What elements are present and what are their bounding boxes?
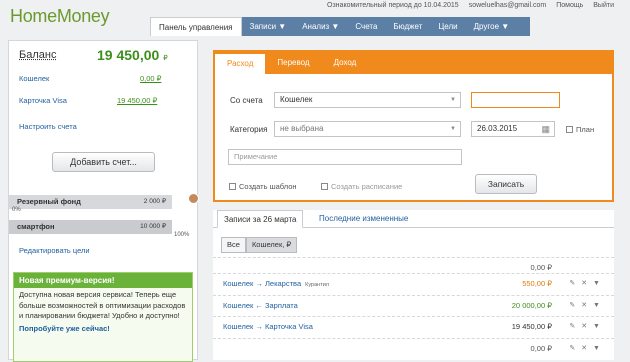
goal-smartphone-value: 10 000 ₽ (140, 223, 166, 230)
checkbox-icon (321, 183, 328, 190)
user-email[interactable]: soweluelhas@gmail.com (469, 2, 547, 9)
nav-records[interactable]: Записи ▼ (242, 17, 295, 36)
trial-period-text: Ознакомительный период до 10.04.2015 (327, 2, 459, 9)
records-panel: Записи за 26 марта Последние измененные … (213, 210, 614, 360)
promo-text: Доступна новая версия сервиса! Теперь ещ… (19, 290, 186, 320)
table-row[interactable]: Кошелек ← Зарплата 20 000,00 ₽ ✎✕▼ (213, 295, 614, 315)
nav-analysis[interactable]: Анализ ▼ (294, 17, 347, 36)
nav-goals[interactable]: Цели (430, 17, 465, 36)
add-account-button[interactable]: Добавить счет... (52, 152, 155, 172)
tab-transfer[interactable]: Перевод (265, 52, 321, 74)
promo-box: Новая премиум-версия! Доступна новая вер… (13, 272, 193, 362)
entry-tabs: Расход Перевод Доход (215, 52, 612, 74)
row-actions-icons[interactable]: ✎✕▼ (569, 296, 606, 316)
goal-smartphone-percent: 100% (174, 232, 190, 238)
goal-smartphone-name: смартфон (17, 222, 55, 231)
note-input[interactable]: Примечание (228, 149, 462, 165)
account-label: Со счета (230, 96, 263, 105)
table-row: 0,00 ₽ ✎✕▼ (213, 338, 614, 358)
balance-value: 19 450,00 ₽ (97, 47, 168, 63)
promo-cta-link[interactable]: Попробуйте уже сейчас! (19, 324, 110, 333)
plan-checkbox[interactable]: План (566, 125, 594, 134)
goal-avatar-icon (188, 193, 199, 204)
sidebar: Баланс 19 450,00 ₽ Кошелек 0,00 ₽ Карточ… (8, 40, 198, 362)
main-nav: Панель управления Записи ▼ Анализ ▼ Счет… (150, 17, 517, 36)
goal-smartphone[interactable]: смартфон 10 000 ₽ (9, 220, 172, 234)
save-button[interactable]: Записать (475, 174, 537, 194)
filter-all-button[interactable]: Все (221, 237, 246, 253)
account-select[interactable]: Кошелек ▼ (274, 92, 461, 108)
amount-input[interactable] (471, 92, 560, 108)
account-visa-value: 19 450,00 ₽ (117, 96, 158, 105)
configure-accounts-link[interactable]: Настроить счета (19, 122, 77, 131)
goal-reserve-percent: 0% (12, 207, 21, 213)
table-row[interactable]: Кошелек → Карточка Visa 19 450,00 ₽ ✎✕▼ (213, 316, 614, 336)
filter-wallet-button[interactable]: Кошелек, ₽ (245, 237, 298, 253)
goal-reserve-value: 2 000 ₽ (143, 198, 166, 205)
row-actions-icons[interactable]: ✎✕▼ (569, 274, 606, 294)
row-actions-icons[interactable]: ✎✕▼ (569, 317, 606, 337)
edit-goals-link[interactable]: Редактировать цели (19, 246, 90, 255)
tab-expense[interactable]: Расход (215, 54, 266, 74)
checkbox-icon (229, 183, 236, 190)
account-wallet[interactable]: Кошелек (19, 74, 49, 83)
help-link[interactable]: Помощь (556, 2, 583, 9)
nav-dashboard[interactable]: Панель управления (150, 17, 242, 36)
create-schedule-checkbox[interactable]: Создать расписание (321, 182, 402, 191)
row-actions-icons[interactable]: ✎✕▼ (569, 339, 606, 359)
checkbox-icon (566, 126, 573, 133)
top-bar: HomeMoney Ознакомительный период до 10.0… (0, 0, 630, 38)
goal-reserve[interactable]: Резервный фонд 2 000 ₽ (9, 195, 172, 209)
account-wallet-value: 0,00 ₽ (140, 74, 162, 83)
tab-records-today[interactable]: Записи за 26 марта (217, 210, 304, 228)
tab-income[interactable]: Доход (322, 52, 369, 74)
records-tabs: Записи за 26 марта Последние измененные (213, 210, 614, 228)
chevron-down-icon: ▼ (450, 126, 456, 132)
table-row[interactable]: Кошелек → Лекарства Курантил 550,00 ₽ ✎✕▼ (213, 273, 614, 293)
chevron-down-icon: ▼ (450, 97, 456, 103)
calendar-icon: ▦ (541, 124, 550, 134)
promo-title: Новая премиум-версия! (14, 273, 192, 288)
tab-recent-changes[interactable]: Последние измененные (313, 210, 414, 228)
create-template-checkbox[interactable]: Создать шаблон (229, 182, 297, 191)
balance-label[interactable]: Баланс (19, 49, 56, 61)
entry-form: Расход Перевод Доход Со счета Кошелек ▼ К… (213, 50, 614, 202)
nav-budget[interactable]: Бюджет (385, 17, 430, 36)
account-visa[interactable]: Карточка Visa (19, 96, 67, 105)
nav-other[interactable]: Другое ▼ (466, 17, 518, 36)
category-label: Категория (230, 125, 268, 134)
top-links: Ознакомительный период до 10.04.2015 sow… (327, 2, 614, 9)
date-input[interactable]: 26.03.2015 ▦ (471, 121, 555, 137)
goal-reserve-name: Резервный фонд (17, 197, 81, 206)
category-select[interactable]: не выбрана ▼ (274, 121, 461, 137)
records-filter: Все Кошелек, ₽ (221, 237, 298, 253)
logout-link[interactable]: Выйти (593, 2, 614, 9)
nav-accounts[interactable]: Счета (347, 17, 385, 36)
logo[interactable]: HomeMoney (10, 6, 110, 27)
